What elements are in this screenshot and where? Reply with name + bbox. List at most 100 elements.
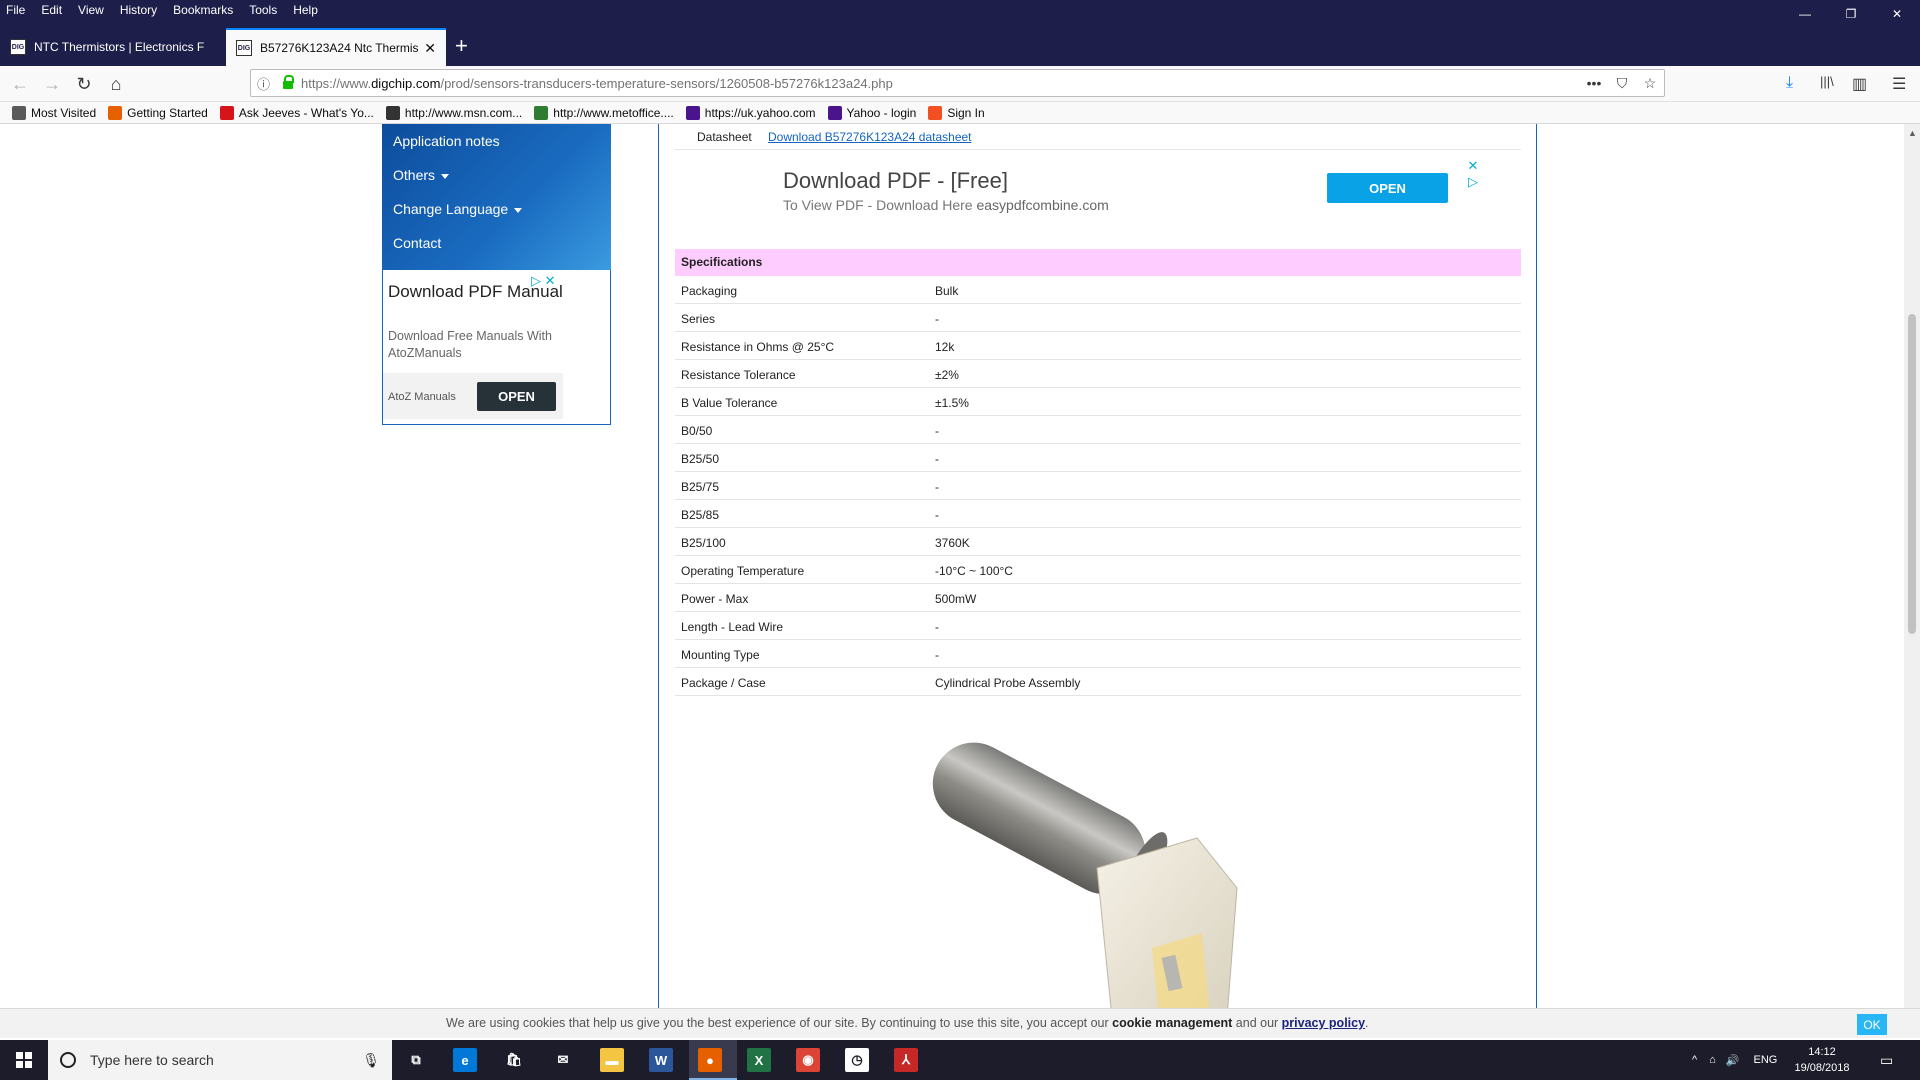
word-icon[interactable]: W <box>649 1048 673 1072</box>
site-info-icon[interactable]: ⓘ <box>257 74 279 93</box>
menu-view[interactable]: View <box>70 3 112 17</box>
task-view-icon[interactable]: ⧉ <box>404 1048 428 1072</box>
taskbar-search-box[interactable]: Type here to search 🎙 <box>48 1040 392 1080</box>
tab-ntc-thermistors[interactable]: DIG NTC Thermistors | Electronics F <box>0 28 222 66</box>
spec-key: Package / Case <box>681 676 766 690</box>
mail-icon[interactable]: ✉ <box>551 1048 575 1072</box>
store-icon[interactable]: 🛍 <box>502 1048 526 1072</box>
bookmark-item[interactable]: http://www.msn.com... <box>385 105 522 120</box>
edge-icon[interactable]: e <box>453 1048 477 1072</box>
pdf-icon[interactable]: ⅄ <box>894 1048 918 1072</box>
microphone-icon[interactable]: 🎙 <box>362 1052 380 1069</box>
forward-button[interactable]: → <box>40 72 64 96</box>
chrome-icon[interactable]: ◉ <box>796 1048 820 1072</box>
ad-description: Download Free Manuals With AtoZManuals <box>388 329 552 360</box>
datasheet-download-link[interactable]: Download B57276K123A24 datasheet <box>768 130 972 144</box>
sidebar-toggle-icon[interactable]: ▥ <box>1852 74 1867 94</box>
taskbar-clock[interactable]: 14:12 19/08/2018 <box>1792 1044 1852 1076</box>
bookmark-item[interactable]: Most Visited <box>12 105 97 120</box>
tab-b57276k123a24[interactable]: DIG B57276K123A24 Ntc Thermisto ✕ <box>226 28 446 66</box>
spec-key: B25/75 <box>681 480 720 494</box>
bookmark-label: http://www.metoffice.... <box>553 105 674 120</box>
ad-title[interactable]: Download PDF - [Free] <box>783 168 1008 194</box>
menu-bookmarks[interactable]: Bookmarks <box>165 3 241 17</box>
ad-open-button[interactable]: OPEN <box>1327 173 1448 203</box>
sidebar-item-application-notes[interactable]: Application notes <box>382 124 611 158</box>
bookmark-star-icon[interactable]: ☆ <box>1636 75 1664 92</box>
ad-footer: AtoZ Manuals OPEN <box>383 373 563 419</box>
network-icon[interactable]: ⌂ <box>1709 1054 1716 1066</box>
menu-history[interactable]: History <box>112 3 165 17</box>
tab-label: B57276K123A24 Ntc Thermisto <box>260 41 419 55</box>
back-button[interactable]: ← <box>8 72 32 96</box>
spec-value: - <box>935 452 939 466</box>
clock-app-icon[interactable]: ◷ <box>845 1048 869 1072</box>
library-icon[interactable]: |||\ <box>1820 74 1834 89</box>
spec-value: 500mW <box>935 592 977 606</box>
privacy-policy-link[interactable]: privacy policy <box>1282 1016 1365 1030</box>
bookmark-item[interactable]: Ask Jeeves - What's Yo... <box>219 105 374 120</box>
bookmarks-toolbar: Most Visited Getting Started Ask Jeeves - … <box>0 102 1920 124</box>
clock-date: 19/08/2018 <box>1794 1062 1850 1074</box>
cookie-ok-button[interactable]: OK <box>1857 1014 1887 1035</box>
caret-down-icon <box>514 207 523 213</box>
excel-icon[interactable]: X <box>747 1048 771 1072</box>
sidebar-item-contact[interactable]: Contact <box>382 226 611 260</box>
sidebar-item-label: Others <box>393 167 436 183</box>
file-explorer-icon[interactable]: ▬ <box>600 1048 624 1072</box>
spec-key: Length - Lead Wire <box>681 620 784 634</box>
ad-choices-icon[interactable]: ▷ <box>1467 174 1479 190</box>
spec-value: ±2% <box>935 368 959 382</box>
tray-chevron-icon[interactable]: ^ <box>1692 1054 1697 1066</box>
menu-file[interactable]: File <box>0 3 33 17</box>
table-row: B25/50 - <box>675 444 1521 472</box>
page-scrollbar[interactable]: ▲ <box>1904 124 1920 1008</box>
spec-key: Series <box>681 312 716 326</box>
firefox-icon[interactable]: ● <box>698 1048 722 1072</box>
menu-tools[interactable]: Tools <box>241 3 285 17</box>
table-row: Package / Case Cylindrical Probe Assembly <box>675 668 1521 696</box>
bookmark-item[interactable]: Yahoo - login <box>827 105 916 120</box>
home-button[interactable]: ⌂ <box>104 72 128 96</box>
url-text[interactable]: https://www.digchip.com/prod/sensors-tra… <box>301 76 1580 91</box>
bookmark-item[interactable]: https://uk.yahoo.com <box>685 105 816 120</box>
ad-open-button[interactable]: OPEN <box>477 382 556 411</box>
ad-title[interactable]: Download PDF Manual <box>388 282 568 302</box>
bookmark-item[interactable]: Getting Started <box>108 105 208 120</box>
sidebar-item-others[interactable]: Others <box>382 158 611 192</box>
new-tab-button[interactable]: + <box>455 32 468 60</box>
scroll-up-icon[interactable]: ▲ <box>1908 128 1917 138</box>
spec-value: - <box>935 480 939 494</box>
notifications-icon[interactable]: ▭ <box>1880 1040 1893 1080</box>
cookie-management-link[interactable]: cookie management <box>1112 1016 1232 1030</box>
top-advertisement[interactable]: Download PDF - [Free] To View PDF - Down… <box>675 152 1521 244</box>
menu-help[interactable]: Help <box>285 3 326 17</box>
downloads-icon[interactable]: ⤓ <box>1786 74 1793 92</box>
start-button[interactable] <box>0 1040 48 1080</box>
ad-close-icon[interactable]: ✕ ▷ <box>1467 158 1479 190</box>
pocket-icon[interactable]: ⛉ <box>1608 75 1636 92</box>
scrollbar-thumb[interactable] <box>1908 314 1916 634</box>
sidebar-item-change-language[interactable]: Change Language <box>382 192 611 226</box>
bookmark-favicon-icon <box>827 105 842 120</box>
spec-key: Power - Max <box>681 592 749 606</box>
ad-subtitle: To View PDF - Download Here easypdfcombi… <box>783 197 1109 213</box>
hamburger-menu-icon[interactable]: ☰ <box>1892 74 1906 94</box>
close-tab-icon[interactable]: ✕ <box>424 40 436 57</box>
language-indicator[interactable]: ENG <box>1754 1054 1778 1066</box>
bookmark-item[interactable]: http://www.metoffice.... <box>534 105 674 120</box>
side-advertisement[interactable]: ▷ ✕ Download PDF Manual Download Free Ma… <box>382 270 611 425</box>
table-row: Resistance in Ohms @ 25°C 12k <box>675 332 1521 360</box>
product-photo <box>897 718 1297 1008</box>
page-actions-button[interactable]: ••• <box>1580 75 1608 91</box>
bookmark-item[interactable]: Sign In <box>928 105 985 120</box>
bookmark-label: Most Visited <box>31 105 97 120</box>
spec-key: B25/85 <box>681 508 720 522</box>
menu-edit[interactable]: Edit <box>33 3 70 17</box>
spec-key: Mounting Type <box>681 648 760 662</box>
volume-icon[interactable]: 🔊 <box>1726 1054 1740 1067</box>
reload-button[interactable]: ↻ <box>72 72 96 96</box>
spec-key: Packaging <box>681 284 738 298</box>
spec-value: - <box>935 648 939 662</box>
address-bar[interactable]: ⓘ https://www.digchip.com/prod/sensors-t… <box>250 69 1665 97</box>
